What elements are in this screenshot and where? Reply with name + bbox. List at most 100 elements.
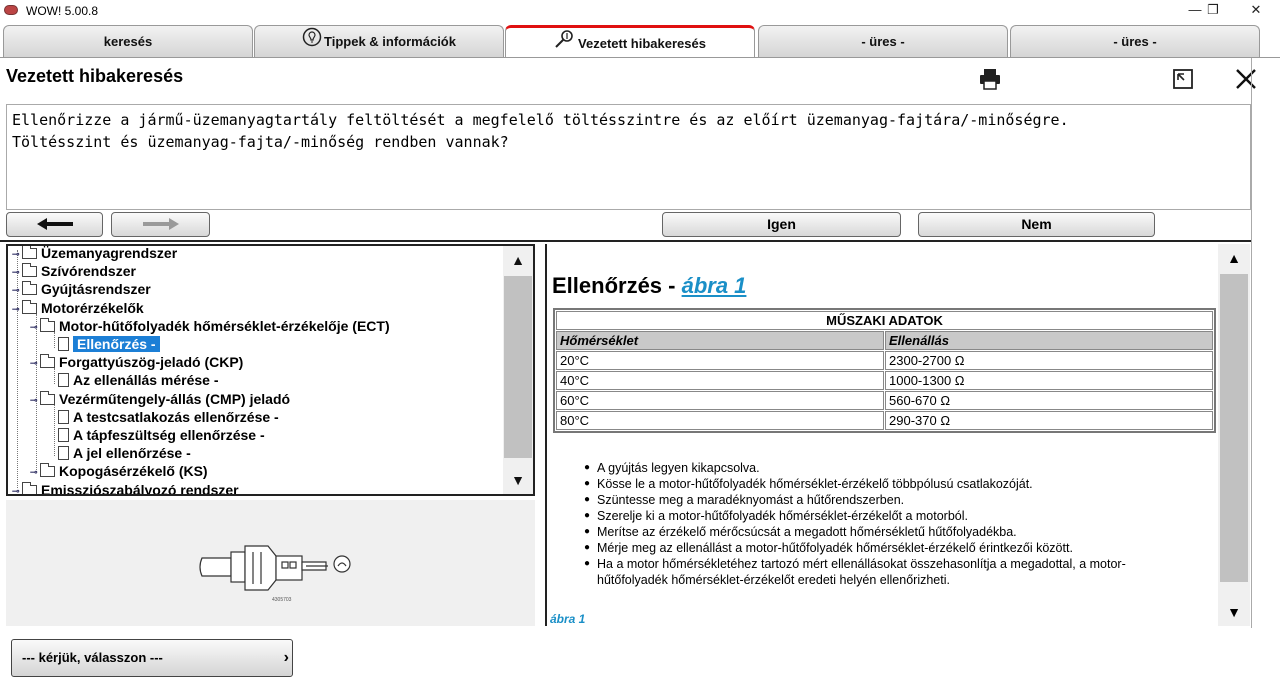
- tree-leaf[interactable]: A tápfeszültség ellenőrzése -: [48, 426, 265, 444]
- question-box: Ellenőrizze a jármű-üzemanyagtartály fel…: [6, 104, 1251, 210]
- tree-item-label: Szívórendszer: [41, 263, 136, 280]
- tree-folder[interactable]: ⊸ Gyújtásrendszer: [12, 280, 151, 298]
- tree-item-label: Vezérműtengely-állás (CMP) jeladó: [59, 390, 291, 407]
- tree-folder[interactable]: ⊸ Forgattyúszög-jeladó (CKP): [30, 353, 243, 371]
- document-icon: [58, 446, 69, 461]
- tree-folder[interactable]: ⊸ Vezérműtengely-állás (CMP) jeladó: [30, 390, 290, 408]
- tree-expander-icon[interactable]: ⊸: [30, 463, 40, 481]
- folder-icon: [22, 281, 37, 296]
- tree-item-label: Az ellenállás mérése -: [73, 372, 219, 389]
- spec-table-caption: MŰSZAKI ADATOK: [556, 311, 1213, 330]
- table-cell: 1000-1300 Ω: [885, 371, 1213, 390]
- no-button[interactable]: Nem: [918, 212, 1155, 237]
- figure-caption[interactable]: ábra 1: [550, 612, 585, 626]
- tab-label: Vezetett hibakeresés: [578, 36, 706, 51]
- tree-expander-icon[interactable]: ⊸: [12, 482, 22, 494]
- tree-folder[interactable]: ⊸ Emissziószabályozó rendszer: [12, 481, 239, 496]
- scroll-down-arrow-icon[interactable]: ▼: [503, 466, 533, 494]
- tab-divider: [0, 57, 1280, 58]
- tree-expander-icon[interactable]: ⊸: [30, 318, 40, 336]
- scroll-down-arrow-icon[interactable]: ▼: [1218, 598, 1250, 626]
- tree-item-label: Forgattyúszög-jeladó (CKP): [59, 354, 244, 371]
- folder-icon: [22, 246, 37, 259]
- instruction-list: A gyújtás legyen kikapcsolva. Kösse le a…: [584, 460, 1167, 588]
- close-window-button[interactable]: ✕: [1236, 0, 1276, 22]
- table-cell: 560-670 Ω: [885, 391, 1213, 410]
- tree-folder[interactable]: ⊸ Motor-hűtőfolyadék hőmérséklet-érzékelő…: [30, 317, 390, 335]
- tree-item-label: Emissziószabályozó rendszer: [41, 481, 239, 496]
- figure-preview[interactable]: 4305703: [6, 500, 535, 626]
- document-icon: [58, 373, 69, 388]
- table-cell: 40°C: [556, 371, 884, 390]
- folder-icon: [40, 317, 55, 332]
- folder-icon: [22, 481, 37, 494]
- back-button[interactable]: [6, 212, 103, 237]
- content-title: Ellenőrzés - ábra 1: [552, 273, 746, 299]
- tab-label: keresés: [103, 34, 153, 49]
- tree-items: ⊸ Üzemanyagrendszer ⊸ Szívórendszer ⊸ Gyújtás…: [8, 246, 503, 494]
- tab-guided-troubleshooting[interactable]: Vezetett hibakeresés: [505, 25, 755, 58]
- troubleshooting-tree: ⊸ Üzemanyagrendszer ⊸ Szívórendszer ⊸ Gyújtás…: [6, 244, 535, 496]
- tab-empty-2[interactable]: - üres -: [1010, 25, 1260, 58]
- tree-expander-icon[interactable]: ⊸: [12, 263, 22, 281]
- content-scrollbar[interactable]: ▲ ▼: [1218, 244, 1250, 626]
- tree-expander-icon[interactable]: ⊸: [30, 391, 40, 409]
- tree-leaf[interactable]: A jel ellenőrzése -: [48, 444, 191, 462]
- tree-expander-icon[interactable]: ⊸: [12, 246, 22, 263]
- arrow-left-icon: [35, 216, 75, 232]
- tree-folder[interactable]: ⊸ Szívórendszer: [12, 262, 136, 280]
- question-line-2: Töltésszint és üzemanyag-fajta/-minőség …: [12, 133, 509, 151]
- document-icon: [58, 428, 69, 442]
- tree-item-label: Ellenőrzés -: [73, 336, 160, 352]
- close-icon[interactable]: [1233, 66, 1259, 92]
- tree-scrollbar[interactable]: ▲ ▼: [503, 246, 533, 494]
- tree-item-label: Motorérzékelők: [41, 299, 144, 316]
- figure-link[interactable]: ábra 1: [682, 273, 747, 298]
- tab-search[interactable]: keresés: [3, 25, 253, 58]
- list-item: Mérje meg az ellenállást a motor-hűtőfol…: [584, 540, 1167, 556]
- list-item: Merítse az érzékelő mérőcsúcsát a megado…: [584, 524, 1167, 540]
- tree-folder[interactable]: ⊸ Motorérzékelők: [12, 299, 144, 317]
- frame-border: [1251, 58, 1252, 628]
- probe-icon: [554, 29, 576, 61]
- tree-expander-icon[interactable]: ⊸: [12, 281, 22, 299]
- list-item: Szerelje ki a motor-hűtőfolyadék hőmérsé…: [584, 508, 1167, 524]
- expand-icon[interactable]: [1170, 66, 1196, 92]
- arrow-right-icon: [141, 216, 181, 232]
- list-item: Kösse le a motor-hűtőfolyadék hőmérsékle…: [584, 476, 1167, 492]
- scroll-up-arrow-icon[interactable]: ▲: [503, 246, 533, 274]
- table-cell: 60°C: [556, 391, 884, 410]
- document-icon: [58, 409, 69, 424]
- choice-select[interactable]: --- kérjük, válasszon --- ›: [11, 639, 293, 677]
- table-cell: 80°C: [556, 411, 884, 430]
- tree-leaf[interactable]: Az ellenállás mérése -: [48, 371, 219, 389]
- tree-item-label: Üzemanyagrendszer: [41, 245, 178, 261]
- list-item: Ha a motor hőmérsékletéhez tartozó mért …: [584, 556, 1167, 588]
- tree-folder[interactable]: ⊸ Kopogásérzékelő (KS): [30, 462, 208, 480]
- figure-code: 4305703: [272, 597, 292, 603]
- table-cell: 2300-2700 Ω: [885, 351, 1213, 370]
- tab-empty-1[interactable]: - üres -: [758, 25, 1008, 58]
- tab-bar: keresés Tippek & információk Vezetett hi…: [0, 22, 1280, 58]
- chevron-right-icon: ›: [283, 649, 289, 666]
- sensor-diagram-icon: 4305703: [199, 545, 351, 603]
- spec-header-resistance: Ellenállás: [885, 331, 1213, 350]
- scrollbar-thumb[interactable]: [1220, 274, 1248, 582]
- table-row: 20°C 2300-2700 Ω: [556, 351, 1213, 370]
- tree-leaf[interactable]: A testcsatlakozás ellenőrzése -: [48, 408, 279, 426]
- tree-expander-icon[interactable]: ⊸: [12, 300, 22, 318]
- tree-folder[interactable]: ⊸ Üzemanyagrendszer: [12, 245, 178, 263]
- scrollbar-thumb[interactable]: [504, 276, 532, 458]
- yes-button[interactable]: Igen: [662, 212, 901, 237]
- scroll-up-arrow-icon[interactable]: ▲: [1218, 244, 1250, 272]
- tab-tips[interactable]: Tippek & információk: [254, 25, 504, 58]
- tree-leaf[interactable]: Ellenőrzés -: [48, 335, 160, 353]
- tree-item-label: A tápfeszültség ellenőrzése -: [73, 427, 265, 443]
- restore-button[interactable]: ❐: [1193, 0, 1233, 22]
- tree-expander-icon[interactable]: ⊸: [30, 354, 40, 372]
- app-logo-icon: [4, 5, 18, 15]
- printer-icon[interactable]: [977, 66, 1003, 92]
- forward-button[interactable]: [111, 212, 210, 237]
- list-item: A gyújtás legyen kikapcsolva.: [584, 460, 1167, 476]
- content-pane: Ellenőrzés - ábra 1 MŰSZAKI ADATOK Hőmér…: [545, 244, 1250, 626]
